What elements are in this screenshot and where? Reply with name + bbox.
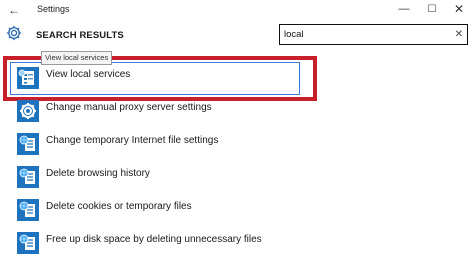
result-change-proxy-settings[interactable]: Change manual proxy server settings — [16, 99, 316, 123]
internet-options-icon — [17, 199, 39, 221]
result-view-local-services[interactable]: View local services — [16, 66, 316, 90]
result-label: Change temporary Internet file settings — [46, 135, 219, 146]
services-icon — [17, 67, 39, 89]
result-delete-cookies[interactable]: Delete cookies or temporary files — [16, 198, 316, 222]
result-free-up-disk-space[interactable]: Free up disk space by deleting unnecessa… — [16, 231, 316, 255]
result-label: Free up disk space by deleting unnecessa… — [46, 234, 262, 245]
internet-options-icon — [17, 133, 39, 155]
result-delete-browsing-history[interactable]: Delete browsing history — [16, 165, 316, 189]
gear-icon — [17, 100, 39, 122]
tooltip: View local services — [41, 51, 113, 65]
minimize-button[interactable]: — — [395, 1, 413, 18]
page-header: SEARCH RESULTS ✕ — [0, 20, 474, 52]
page-title: SEARCH RESULTS — [36, 30, 124, 41]
result-label: Delete browsing history — [46, 168, 150, 179]
gear-icon — [6, 25, 22, 41]
search-input[interactable] — [284, 27, 434, 42]
result-change-temp-internet-files[interactable]: Change temporary Internet file settings — [16, 132, 316, 156]
result-label: View local services — [46, 69, 131, 80]
result-label: Delete cookies or temporary files — [46, 201, 192, 212]
maximize-button[interactable]: ☐ — [423, 1, 441, 18]
search-box[interactable]: ✕ — [279, 24, 468, 45]
window-title: Settings — [37, 4, 70, 14]
title-bar: ← Settings — ☐ ✕ — [0, 0, 474, 20]
internet-options-icon — [17, 232, 39, 254]
back-arrow-icon[interactable]: ← — [6, 2, 22, 18]
close-button[interactable]: ✕ — [450, 1, 468, 18]
result-label: Change manual proxy server settings — [46, 102, 212, 113]
internet-options-icon — [17, 166, 39, 188]
clear-search-icon[interactable]: ✕ — [455, 27, 463, 42]
